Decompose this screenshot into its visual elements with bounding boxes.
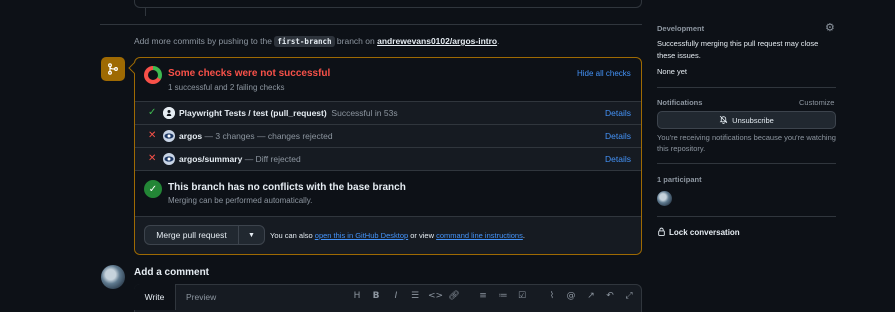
check-failure-icon: ✕ xyxy=(148,130,157,141)
unsubscribe-label: Unsubscribe xyxy=(732,115,774,125)
check-name-text: Playwright Tests / test (pull_request) xyxy=(179,108,327,118)
check-desc: — Diff rejected xyxy=(244,154,301,164)
commit-hint: Add more commits by pushing to the first… xyxy=(134,36,500,47)
merge-note-middle: or view xyxy=(410,231,435,240)
quote-icon[interactable]: ☰ xyxy=(409,291,421,301)
merge-note-prefix: You can also xyxy=(270,231,313,240)
hide-all-checks-button[interactable]: Hide all checks xyxy=(577,69,631,78)
fullscreen-icon[interactable]: ⤢ xyxy=(623,291,635,301)
check-details-link[interactable]: Details xyxy=(605,154,631,164)
undo-icon[interactable]: ↶ xyxy=(604,291,616,301)
merge-pull-request-button[interactable]: Merge pull request xyxy=(144,225,239,245)
repo-link[interactable]: andrewevans0102/argos-intro xyxy=(377,36,497,46)
check-name-text: argos xyxy=(179,131,203,141)
task-list-icon[interactable]: ☑ xyxy=(516,291,528,301)
check-desc: — 3 changes — changes rejected xyxy=(204,131,333,141)
link-icon[interactable]: 🔗︎ xyxy=(448,291,460,301)
check-row: ✓ Playwright Tests / test (pull_request)… xyxy=(135,101,641,124)
argos-eye-icon xyxy=(163,153,175,165)
sidebar-divider xyxy=(657,87,836,88)
timeline-line xyxy=(145,8,146,16)
check-row: ✕ argos — 3 changes — changes rejected D… xyxy=(135,124,641,147)
check-success-icon: ✓ xyxy=(148,107,157,118)
development-text: Successfully merging this pull request m… xyxy=(657,39,819,60)
github-icon xyxy=(163,107,175,119)
notifications-text: You're receiving notifications because y… xyxy=(657,133,836,153)
check-failure-icon: ✕ xyxy=(148,153,157,164)
commit-hint-middle: branch on xyxy=(336,36,375,46)
checks-status-icon xyxy=(144,66,162,84)
check-row: ✕ argos/summary — Diff rejected Details xyxy=(135,147,641,170)
attach-icon[interactable]: ⌇ xyxy=(546,291,558,301)
checks-title: Some checks were not successful xyxy=(168,68,331,79)
lock-conversation-button[interactable]: Lock conversation xyxy=(657,227,740,238)
open-in-desktop-link[interactable]: open this in GitHub Desktop xyxy=(315,231,408,240)
reference-icon[interactable]: ↗ xyxy=(585,291,597,301)
merge-note-suffix: . xyxy=(522,231,525,240)
check-details-link[interactable]: Details xyxy=(605,108,631,118)
bold-icon[interactable]: B xyxy=(370,291,382,301)
timeline-divider xyxy=(100,24,642,25)
divider xyxy=(135,170,641,171)
previous-timeline-box xyxy=(134,0,642,8)
git-merge-icon xyxy=(101,57,125,81)
command-line-link[interactable]: command line instructions xyxy=(436,231,523,240)
commit-hint-suffix: . xyxy=(497,36,500,46)
heading-icon[interactable]: H xyxy=(351,291,363,301)
development-heading: Development xyxy=(657,24,705,33)
mention-icon[interactable]: @ xyxy=(565,291,577,301)
no-conflicts-title: This branch has no conflicts with the ba… xyxy=(168,182,406,193)
unordered-list-icon[interactable]: ≔ xyxy=(497,291,509,301)
lock-icon xyxy=(657,227,666,238)
checks-subtitle: 1 successful and 2 failing checks xyxy=(168,83,285,92)
code-icon[interactable]: <> xyxy=(428,291,443,301)
triangle-down-icon: ▼ xyxy=(248,231,255,239)
bell-slash-icon xyxy=(719,115,728,126)
argos-eye-icon xyxy=(163,130,175,142)
check-circle-icon: ✓ xyxy=(144,180,162,198)
tab-preview[interactable]: Preview xyxy=(186,292,216,302)
unsubscribe-button[interactable]: Unsubscribe xyxy=(657,111,836,129)
branch-name[interactable]: first-branch xyxy=(274,36,335,47)
participants-heading: 1 participant xyxy=(657,175,702,184)
commit-hint-prefix: Add more commits by pushing to the xyxy=(134,36,272,46)
notifications-heading: Notifications xyxy=(657,98,703,107)
check-desc: Successful in 53s xyxy=(331,108,398,118)
check-name-text: argos/summary xyxy=(179,154,243,164)
merge-note: You can also open this in GitHub Desktop… xyxy=(270,231,525,240)
lock-label: Lock conversation xyxy=(669,228,740,237)
customize-link[interactable]: Customize xyxy=(799,98,834,107)
no-conflicts-subtitle: Merging can be performed automatically. xyxy=(168,196,313,205)
check-name[interactable]: argos/summary — Diff rejected xyxy=(179,154,301,164)
sidebar-divider xyxy=(657,163,836,164)
check-name[interactable]: Playwright Tests / test (pull_request) S… xyxy=(179,108,398,118)
tab-write[interactable]: Write xyxy=(134,284,176,310)
check-name[interactable]: argos — 3 changes — changes rejected xyxy=(179,131,333,141)
check-details-link[interactable]: Details xyxy=(605,131,631,141)
development-none: None yet xyxy=(657,67,688,76)
italic-icon[interactable]: I xyxy=(390,291,402,301)
avatar[interactable] xyxy=(101,265,125,289)
sidebar-divider xyxy=(657,216,836,217)
participant-avatar[interactable] xyxy=(657,191,672,206)
gear-icon[interactable]: ⚙ xyxy=(825,21,835,34)
merge-method-dropdown[interactable]: ▼ xyxy=(238,225,265,245)
ordered-list-icon[interactable]: ≡ xyxy=(477,291,489,301)
add-comment-heading: Add a comment xyxy=(134,267,210,278)
